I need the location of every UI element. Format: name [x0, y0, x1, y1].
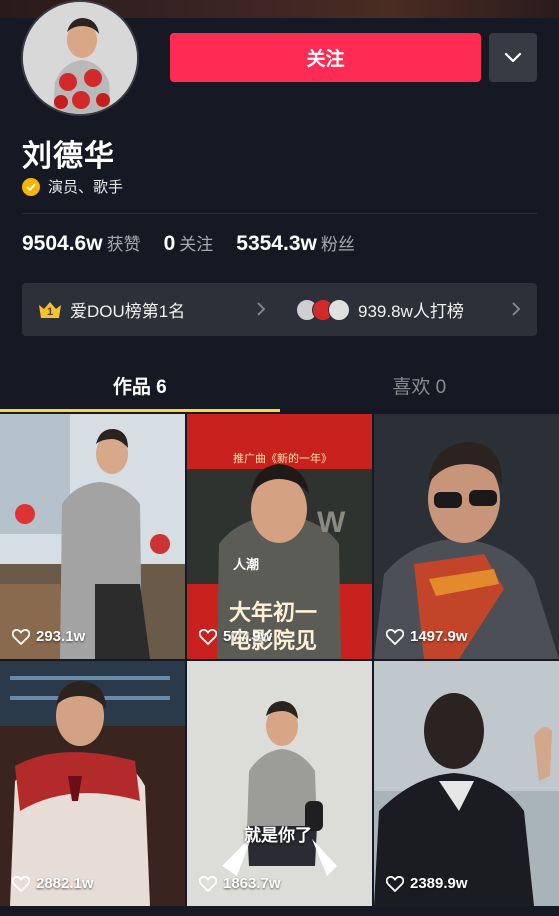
- poster-subtitle: 推广曲《新的一年》: [233, 453, 332, 465]
- like-count: 2389.9w: [386, 875, 468, 892]
- follow-button[interactable]: 关注: [170, 33, 481, 82]
- stat-likes[interactable]: 9504.6w 获赞: [22, 230, 141, 256]
- video-caption: 就是你了: [244, 826, 312, 845]
- verification-badge: 演员、歌手: [22, 176, 123, 197]
- heart-icon: [199, 875, 217, 892]
- fans-rank-label: 939.8w人打榜: [358, 302, 464, 321]
- tab-likes[interactable]: 喜欢 0: [280, 356, 559, 414]
- like-count-value: 1863.7w: [223, 875, 281, 892]
- rank-label: 爱DOU榜第1名: [70, 302, 186, 321]
- verified-check-icon: [22, 177, 40, 196]
- stat-label: 关注: [179, 235, 214, 254]
- like-count: 577.9w: [199, 628, 272, 645]
- profile-stats: 9504.6w 获赞 0 关注 5354.3w 粉丝: [22, 230, 378, 256]
- like-count: 1497.9w: [386, 628, 468, 645]
- heart-icon: [12, 628, 30, 645]
- heart-icon: [386, 875, 404, 892]
- like-count-value: 577.9w: [223, 628, 273, 645]
- stat-label: 获赞: [106, 235, 141, 254]
- video-thumbnail[interactable]: W 推广曲《新的一年》 大年初一 电影院见 人潮 577.9w: [187, 414, 372, 659]
- video-thumbnail[interactable]: 2882.1w: [0, 661, 185, 906]
- stat-following[interactable]: 0 关注: [164, 230, 214, 256]
- like-count-value: 293.1w: [36, 628, 86, 645]
- like-count-value: 2882.1w: [36, 875, 94, 892]
- chevron-down-icon: [504, 52, 522, 62]
- like-count-value: 2389.9w: [410, 875, 468, 892]
- video-thumbnail[interactable]: 2389.9w: [374, 661, 559, 906]
- like-count: 2882.1w: [12, 875, 94, 892]
- stat-value: 0: [163, 232, 176, 255]
- supporter-avatars: [296, 298, 350, 321]
- profile-name: 刘德华: [22, 140, 115, 173]
- active-tab-indicator: [0, 409, 280, 412]
- chevron-right-icon: [512, 302, 521, 316]
- video-caption: 人潮: [233, 557, 260, 572]
- avatar[interactable]: [21, 0, 139, 116]
- crown-icon: 1: [38, 301, 62, 319]
- svg-text:W: W: [317, 506, 346, 539]
- more-options-button[interactable]: [489, 33, 537, 82]
- heart-icon: [12, 875, 30, 892]
- stat-value: 9504.6w: [22, 232, 103, 255]
- chevron-right-icon: [257, 302, 266, 316]
- profile-tabs: 作品 6 喜欢 0: [0, 356, 559, 414]
- divider: [22, 213, 537, 214]
- like-count: 293.1w: [12, 628, 85, 645]
- stat-value: 5354.3w: [236, 232, 317, 255]
- dou-rank-entry[interactable]: 1 爱DOU榜第1名: [22, 283, 282, 336]
- supporter-avatar: [328, 298, 350, 321]
- heart-icon: [386, 628, 404, 645]
- stat-label: 粉丝: [320, 235, 355, 254]
- like-count-value: 1497.9w: [410, 628, 468, 645]
- video-thumbnail[interactable]: 就是你了 1863.7w: [187, 661, 372, 906]
- stat-followers[interactable]: 5354.3w 粉丝: [236, 230, 355, 256]
- rank-badge-number: 1: [46, 305, 54, 318]
- rank-bar: 1 爱DOU榜第1名 939.8w人打榜: [22, 283, 537, 336]
- heart-icon: [199, 628, 217, 645]
- tab-works[interactable]: 作品 6: [0, 356, 280, 414]
- fan-rank-entry[interactable]: 939.8w人打榜: [282, 283, 537, 336]
- video-thumbnail[interactable]: 293.1w: [0, 414, 185, 659]
- video-thumbnail[interactable]: 1497.9w: [374, 414, 559, 659]
- verification-text: 演员、歌手: [48, 179, 124, 196]
- video-grid: 293.1w W 推广曲《新的一年》 大年初一 电影院见 人潮 577.9w 1…: [0, 414, 559, 916]
- like-count: 1863.7w: [199, 875, 281, 892]
